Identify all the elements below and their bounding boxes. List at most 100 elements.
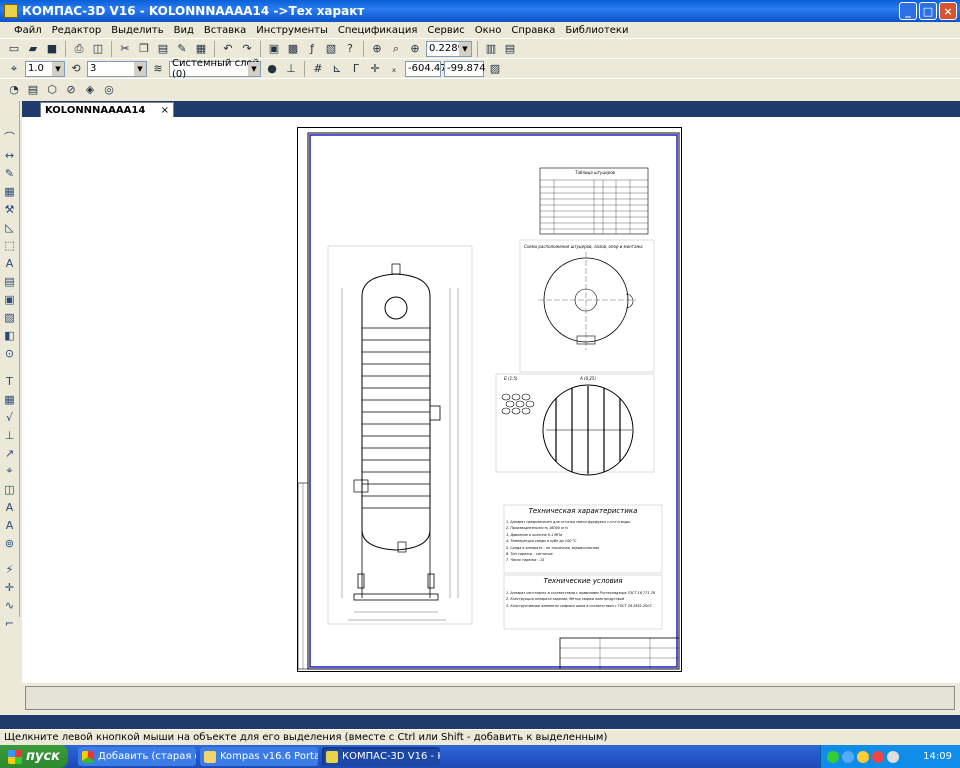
menu-file[interactable]: Файл [14,25,42,36]
drawing-sheet[interactable]: Таблица штуцеров Схема расположения штуц… [297,127,682,672]
format-painter-icon[interactable]: ✎ [174,41,190,57]
snap-icon[interactable]: ⌖ [6,61,22,77]
coord-y-field[interactable]: -99.874 [444,60,486,77]
ortho-mode-icon[interactable]: Γ [348,61,364,77]
line-icon[interactable]: ⌐ [2,615,18,631]
zoom-field[interactable]: 0.2289 ▼ [426,40,472,57]
copy-icon[interactable]: ❐ [136,41,152,57]
preview-icon[interactable]: ◫ [90,41,106,57]
menu-window[interactable]: Окно [475,25,502,36]
tray-icon-3[interactable] [857,750,869,763]
tool-icon-5[interactable]: ◈ [82,82,98,98]
text-icon[interactable]: T [2,373,18,389]
tool-icon-1[interactable]: ◔ [6,82,22,98]
tolerance-icon[interactable]: ⌖ [2,463,18,479]
dimensions-icon[interactable]: ↔ [2,147,18,163]
chevron-down-icon[interactable]: ▼ [459,41,471,56]
minimize-button[interactable]: _ [899,2,917,20]
cursor-icon[interactable]: ✛ [367,61,383,77]
grid-icon[interactable]: # [310,61,326,77]
tool-icon-4[interactable]: ⊘ [63,82,79,98]
maximize-button[interactable]: □ [919,2,937,20]
menu-help[interactable]: Справка [511,25,555,36]
param-icon[interactable]: ⚒ [2,201,18,217]
tab-document[interactable]: KOLONNNAAAA14 × [40,102,174,117]
tray-icon-2[interactable] [842,750,854,763]
properties-icon[interactable]: ▦ [193,41,209,57]
layer-field[interactable]: Системный слой (0) ▼ [169,58,261,80]
hatch-icon[interactable]: ⊚ [2,535,18,551]
menu-service[interactable]: Сервис [427,25,464,36]
undo-icon[interactable]: ↶ [220,41,236,57]
step-icon[interactable]: ⟲ [68,61,84,77]
open-folder-icon[interactable]: ▰ [25,41,41,57]
tool-icon-6[interactable]: ◎ [101,82,117,98]
paste-icon[interactable]: ▤ [155,41,171,57]
wave-icon[interactable]: ∿ [2,597,18,613]
tool-icon-3[interactable]: ⬡ [44,82,60,98]
chevron-down-icon[interactable]: ▼ [52,61,64,76]
break-icon[interactable]: ⚡ [2,561,18,577]
tray-icon-5[interactable] [887,750,899,763]
library-icon[interactable]: ▩ [285,41,301,57]
line-weight-field[interactable]: 1.0 ▼ [25,60,65,77]
help-icon[interactable]: ? [342,41,358,57]
chevron-down-icon[interactable]: ▼ [134,61,146,76]
center-icon[interactable]: ✛ [2,579,18,595]
step-field[interactable]: 3 ▼ [87,60,147,77]
views-icon[interactable]: ▥ [483,41,499,57]
menu-insert[interactable]: Вставка [204,25,246,36]
ortho-icon[interactable]: ⊥ [283,61,299,77]
task-chrome[interactable]: Добавить (старая ф... [78,747,196,766]
menu-select[interactable]: Выделить [111,25,163,36]
tray-icon-4[interactable] [872,750,884,763]
section-icon[interactable]: ◫ [2,481,18,497]
spec-icon[interactable]: A [2,255,18,271]
roughness-icon[interactable]: √ [2,409,18,425]
library-tool-icon[interactable]: ▨ [2,309,18,325]
properties-panel-area[interactable] [25,686,955,710]
menu-libraries[interactable]: Библиотеки [565,25,628,36]
symbols-icon[interactable]: ✎ [2,165,18,181]
local-cs-icon[interactable]: ⊾ [329,61,345,77]
menu-view[interactable]: Вид [174,25,194,36]
print-icon[interactable]: ⎙ [71,41,87,57]
layer-icon[interactable]: ≋ [150,61,166,77]
start-button[interactable]: пуск [0,745,68,768]
table-icon[interactable]: ▦ [2,391,18,407]
edit-icon[interactable]: ▦ [2,183,18,199]
select-icon[interactable]: ⬚ [2,237,18,253]
save-icon[interactable]: ■ [44,41,60,57]
view-tool-icon[interactable]: ⊙ [2,345,18,361]
zoom-icon[interactable]: ⌕ [388,41,404,57]
close-button[interactable]: × [939,2,957,20]
layers-icon[interactable]: ▤ [502,41,518,57]
color-icon[interactable]: ● [264,61,280,77]
menu-tools[interactable]: Инструменты [256,25,328,36]
close-tab-icon[interactable]: × [161,105,169,116]
axis-icon[interactable]: A [2,517,18,533]
new-document-icon[interactable]: ▭ [6,41,22,57]
arrow-view-icon[interactable]: A [2,499,18,515]
cut-icon[interactable]: ✂ [117,41,133,57]
task-folder[interactable]: Kompas v16.6 Porta... [200,747,318,766]
coord-x-field[interactable]: -604.47 [405,60,447,77]
leader-icon[interactable]: ↗ [2,445,18,461]
tray-icon-1[interactable] [827,750,839,763]
manager-icon[interactable]: ▣ [266,41,282,57]
zoom-window-icon[interactable]: ⊕ [369,41,385,57]
chevron-down-icon[interactable]: ▼ [248,61,260,76]
menu-specification[interactable]: Спецификация [338,25,418,36]
redo-icon[interactable]: ↷ [239,41,255,57]
calculator-icon[interactable]: ▧ [323,41,339,57]
task-kompas[interactable]: КОМПАС-3D V16 - К... [322,747,440,766]
base-icon[interactable]: ⊥ [2,427,18,443]
measure-icon[interactable]: ◺ [2,219,18,235]
geometry-icon[interactable]: ⌒ [2,129,18,145]
menu-edit[interactable]: Редактор [52,25,102,36]
insert-icon[interactable]: ▣ [2,291,18,307]
zoom-in-icon[interactable]: ⊕ [407,41,423,57]
variables-icon[interactable]: ƒ [304,41,320,57]
reports-icon[interactable]: ▤ [2,273,18,289]
tool-icon-2[interactable]: ▤ [25,82,41,98]
